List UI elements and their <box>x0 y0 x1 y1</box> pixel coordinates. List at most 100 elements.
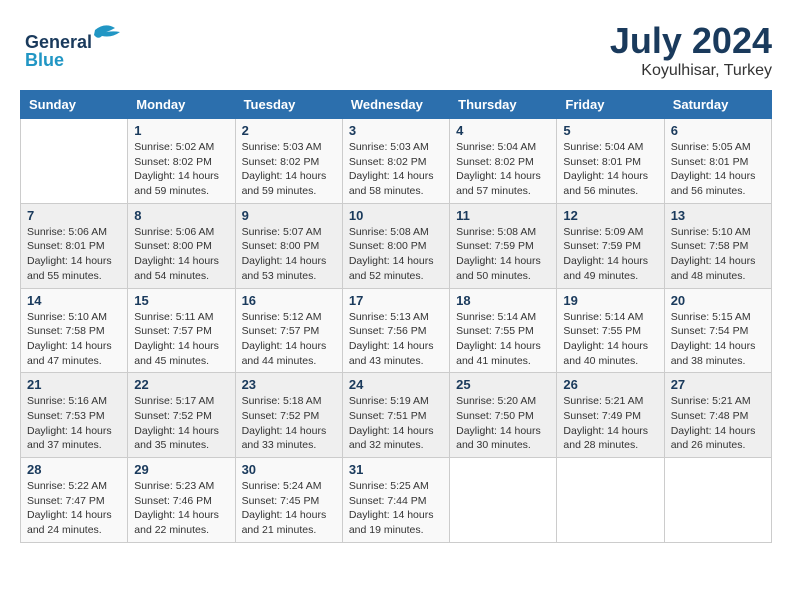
day-number: 5 <box>563 123 657 138</box>
day-number: 1 <box>134 123 228 138</box>
cell-data: Sunrise: 5:10 AM Sunset: 7:58 PM Dayligh… <box>671 225 765 284</box>
calendar-cell: 27 Sunrise: 5:21 AM Sunset: 7:48 PM Dayli… <box>664 373 771 458</box>
day-number: 14 <box>27 293 121 308</box>
cell-data: Sunrise: 5:23 AM Sunset: 7:46 PM Dayligh… <box>134 479 228 538</box>
month-title: July 2024 <box>610 20 772 62</box>
cell-data: Sunrise: 5:15 AM Sunset: 7:54 PM Dayligh… <box>671 310 765 369</box>
week-row-5: 28 Sunrise: 5:22 AM Sunset: 7:47 PM Dayli… <box>21 458 772 543</box>
week-row-3: 14 Sunrise: 5:10 AM Sunset: 7:58 PM Dayli… <box>21 288 772 373</box>
calendar-cell: 3 Sunrise: 5:03 AM Sunset: 8:02 PM Daylig… <box>342 119 449 204</box>
cell-data: Sunrise: 5:03 AM Sunset: 8:02 PM Dayligh… <box>242 140 336 199</box>
logo-svg: General Blue <box>20 20 130 70</box>
day-number: 20 <box>671 293 765 308</box>
day-number: 22 <box>134 377 228 392</box>
day-number: 18 <box>456 293 550 308</box>
day-number: 4 <box>456 123 550 138</box>
cell-data: Sunrise: 5:02 AM Sunset: 8:02 PM Dayligh… <box>134 140 228 199</box>
day-number: 7 <box>27 208 121 223</box>
location-title: Koyulhisar, Turkey <box>610 62 772 80</box>
cell-data: Sunrise: 5:09 AM Sunset: 7:59 PM Dayligh… <box>563 225 657 284</box>
calendar-cell: 7 Sunrise: 5:06 AM Sunset: 8:01 PM Daylig… <box>21 203 128 288</box>
calendar-cell: 15 Sunrise: 5:11 AM Sunset: 7:57 PM Dayli… <box>128 288 235 373</box>
calendar-cell: 1 Sunrise: 5:02 AM Sunset: 8:02 PM Daylig… <box>128 119 235 204</box>
calendar-cell: 9 Sunrise: 5:07 AM Sunset: 8:00 PM Daylig… <box>235 203 342 288</box>
svg-text:Blue: Blue <box>25 50 64 70</box>
day-number: 28 <box>27 462 121 477</box>
calendar-cell: 8 Sunrise: 5:06 AM Sunset: 8:00 PM Daylig… <box>128 203 235 288</box>
cell-data: Sunrise: 5:10 AM Sunset: 7:58 PM Dayligh… <box>27 310 121 369</box>
calendar-cell <box>21 119 128 204</box>
cell-data: Sunrise: 5:18 AM Sunset: 7:52 PM Dayligh… <box>242 394 336 453</box>
day-header-monday: Monday <box>128 91 235 119</box>
calendar-cell: 10Sunrise: 5:08 AM Sunset: 8:00 PM Dayli… <box>342 203 449 288</box>
calendar-cell: 28 Sunrise: 5:22 AM Sunset: 7:47 PM Dayli… <box>21 458 128 543</box>
day-number: 15 <box>134 293 228 308</box>
day-number: 31 <box>349 462 443 477</box>
calendar-cell: 20 Sunrise: 5:15 AM Sunset: 7:54 PM Dayli… <box>664 288 771 373</box>
day-number: 24 <box>349 377 443 392</box>
cell-data: Sunrise: 5:21 AM Sunset: 7:49 PM Dayligh… <box>563 394 657 453</box>
day-number: 17 <box>349 293 443 308</box>
cell-data: Sunrise: 5:12 AM Sunset: 7:57 PM Dayligh… <box>242 310 336 369</box>
cell-data: Sunrise: 5:04 AM Sunset: 8:02 PM Dayligh… <box>456 140 550 199</box>
cell-data: Sunrise: 5:07 AM Sunset: 8:00 PM Dayligh… <box>242 225 336 284</box>
cell-data: Sunrise: 5:03 AM Sunset: 8:02 PM Dayligh… <box>349 140 443 199</box>
cell-data: Sunrise: 5:04 AM Sunset: 8:01 PM Dayligh… <box>563 140 657 199</box>
day-number: 23 <box>242 377 336 392</box>
calendar-cell: 31Sunrise: 5:25 AM Sunset: 7:44 PM Dayli… <box>342 458 449 543</box>
day-number: 10 <box>349 208 443 223</box>
day-number: 8 <box>134 208 228 223</box>
day-number: 25 <box>456 377 550 392</box>
calendar-cell: 18Sunrise: 5:14 AM Sunset: 7:55 PM Dayli… <box>450 288 557 373</box>
day-header-wednesday: Wednesday <box>342 91 449 119</box>
cell-data: Sunrise: 5:08 AM Sunset: 7:59 PM Dayligh… <box>456 225 550 284</box>
day-number: 26 <box>563 377 657 392</box>
calendar-cell: 6 Sunrise: 5:05 AM Sunset: 8:01 PM Daylig… <box>664 119 771 204</box>
day-number: 21 <box>27 377 121 392</box>
cell-data: Sunrise: 5:19 AM Sunset: 7:51 PM Dayligh… <box>349 394 443 453</box>
cell-data: Sunrise: 5:24 AM Sunset: 7:45 PM Dayligh… <box>242 479 336 538</box>
calendar-cell: 5 Sunrise: 5:04 AM Sunset: 8:01 PM Daylig… <box>557 119 664 204</box>
title-area: July 2024 Koyulhisar, Turkey <box>610 20 772 80</box>
calendar-header-row: SundayMondayTuesdayWednesdayThursdayFrid… <box>21 91 772 119</box>
day-number: 6 <box>671 123 765 138</box>
calendar-body: 1 Sunrise: 5:02 AM Sunset: 8:02 PM Daylig… <box>21 119 772 543</box>
day-header-friday: Friday <box>557 91 664 119</box>
calendar-cell: 4 Sunrise: 5:04 AM Sunset: 8:02 PM Daylig… <box>450 119 557 204</box>
day-header-sunday: Sunday <box>21 91 128 119</box>
day-number: 27 <box>671 377 765 392</box>
cell-data: Sunrise: 5:06 AM Sunset: 8:01 PM Dayligh… <box>27 225 121 284</box>
calendar-cell: 2Sunrise: 5:03 AM Sunset: 8:02 PM Daylig… <box>235 119 342 204</box>
day-number: 9 <box>242 208 336 223</box>
week-row-4: 21 Sunrise: 5:16 AM Sunset: 7:53 PM Dayli… <box>21 373 772 458</box>
day-header-thursday: Thursday <box>450 91 557 119</box>
week-row-1: 1 Sunrise: 5:02 AM Sunset: 8:02 PM Daylig… <box>21 119 772 204</box>
cell-data: Sunrise: 5:13 AM Sunset: 7:56 PM Dayligh… <box>349 310 443 369</box>
day-number: 16 <box>242 293 336 308</box>
calendar-cell <box>557 458 664 543</box>
day-number: 12 <box>563 208 657 223</box>
header: General Blue July 2024 Koyulhisar, Turke… <box>20 20 772 80</box>
week-row-2: 7 Sunrise: 5:06 AM Sunset: 8:01 PM Daylig… <box>21 203 772 288</box>
cell-data: Sunrise: 5:11 AM Sunset: 7:57 PM Dayligh… <box>134 310 228 369</box>
calendar-cell <box>664 458 771 543</box>
calendar-cell <box>450 458 557 543</box>
calendar-cell: 14 Sunrise: 5:10 AM Sunset: 7:58 PM Dayli… <box>21 288 128 373</box>
svg-text:General: General <box>25 32 92 52</box>
calendar-cell: 13Sunrise: 5:10 AM Sunset: 7:58 PM Dayli… <box>664 203 771 288</box>
calendar-cell: 17 Sunrise: 5:13 AM Sunset: 7:56 PM Dayli… <box>342 288 449 373</box>
day-number: 3 <box>349 123 443 138</box>
calendar-cell: 29Sunrise: 5:23 AM Sunset: 7:46 PM Dayli… <box>128 458 235 543</box>
day-number: 11 <box>456 208 550 223</box>
calendar-cell: 24 Sunrise: 5:19 AM Sunset: 7:51 PM Dayli… <box>342 373 449 458</box>
cell-data: Sunrise: 5:20 AM Sunset: 7:50 PM Dayligh… <box>456 394 550 453</box>
day-number: 30 <box>242 462 336 477</box>
cell-data: Sunrise: 5:21 AM Sunset: 7:48 PM Dayligh… <box>671 394 765 453</box>
cell-data: Sunrise: 5:22 AM Sunset: 7:47 PM Dayligh… <box>27 479 121 538</box>
calendar-cell: 19Sunrise: 5:14 AM Sunset: 7:55 PM Dayli… <box>557 288 664 373</box>
cell-data: Sunrise: 5:06 AM Sunset: 8:00 PM Dayligh… <box>134 225 228 284</box>
calendar-cell: 11 Sunrise: 5:08 AM Sunset: 7:59 PM Dayli… <box>450 203 557 288</box>
cell-data: Sunrise: 5:05 AM Sunset: 8:01 PM Dayligh… <box>671 140 765 199</box>
cell-data: Sunrise: 5:16 AM Sunset: 7:53 PM Dayligh… <box>27 394 121 453</box>
day-header-tuesday: Tuesday <box>235 91 342 119</box>
